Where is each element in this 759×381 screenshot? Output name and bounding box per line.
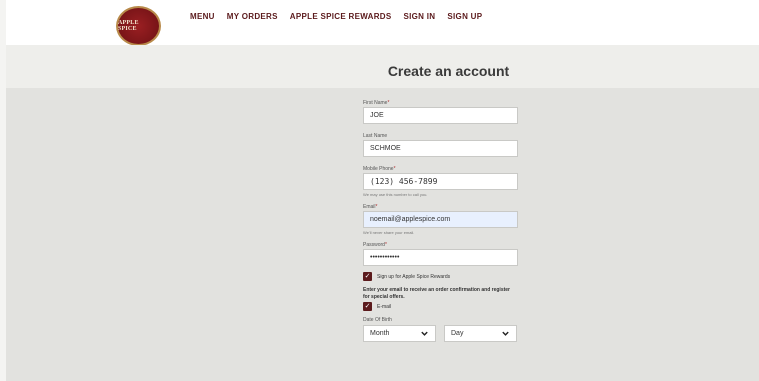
dob-select-row: Month Day bbox=[363, 325, 523, 342]
password-field[interactable]: •••••••••••• bbox=[363, 249, 518, 266]
signup-form: First Name* JOE Last Name SCHMOE Mobile … bbox=[363, 100, 523, 342]
mobile-phone-label: Mobile Phone* bbox=[363, 166, 396, 172]
chevron-down-icon bbox=[502, 331, 509, 336]
nav-link-rewards[interactable]: APPLE SPICE REWARDS bbox=[290, 12, 392, 21]
email-checkbox-label: E-mail bbox=[377, 303, 392, 310]
offer-text: Enter your email to receive an order con… bbox=[363, 287, 510, 300]
rewards-checkbox[interactable]: ✓ bbox=[363, 272, 372, 281]
nav-link-menu[interactable]: MENU bbox=[190, 12, 215, 21]
day-select-value: Day bbox=[451, 330, 464, 337]
top-navbar: APPLE SPICE MENU MY ORDERS APPLE SPICE R… bbox=[6, 0, 759, 46]
email-label: Email* bbox=[363, 204, 378, 210]
first-name-field[interactable]: JOE bbox=[363, 107, 518, 124]
first-name-label: First Name* bbox=[363, 100, 390, 106]
email-field[interactable]: noemail@applespice.com bbox=[363, 211, 518, 228]
mobile-phone-hint: We may use this number to call you. bbox=[363, 192, 428, 197]
email-checkbox-row: ✓ E-mail bbox=[363, 302, 523, 311]
logo-text: APPLE SPICE bbox=[118, 20, 139, 32]
nav-links: MENU MY ORDERS APPLE SPICE REWARDS SIGN … bbox=[190, 12, 482, 21]
day-select[interactable]: Day bbox=[444, 325, 517, 342]
last-name-field[interactable]: SCHMOE bbox=[363, 140, 518, 157]
month-select-value: Month bbox=[370, 330, 390, 337]
rewards-checkbox-label: Sign up for Apple Spice Rewards bbox=[377, 273, 451, 280]
email-hint: We'll never share your email. bbox=[363, 230, 415, 235]
nav-link-sign-in[interactable]: SIGN IN bbox=[404, 12, 436, 21]
nav-link-sign-up[interactable]: SIGN UP bbox=[447, 12, 482, 21]
last-name-label: Last Name bbox=[363, 133, 388, 139]
title-banner: Create an account bbox=[6, 45, 759, 88]
month-select[interactable]: Month bbox=[363, 325, 436, 342]
rewards-checkbox-row: ✓ Sign up for Apple Spice Rewards bbox=[363, 272, 523, 281]
mobile-phone-field[interactable]: (123) 456-7899 bbox=[363, 173, 518, 190]
email-checkbox[interactable]: ✓ bbox=[363, 302, 372, 311]
chevron-down-icon bbox=[421, 331, 428, 336]
nav-link-my-orders[interactable]: MY ORDERS bbox=[227, 12, 278, 21]
dob-label: Date Of Birth bbox=[363, 317, 392, 323]
password-label: Password* bbox=[363, 242, 387, 248]
apple-spice-logo[interactable]: APPLE SPICE bbox=[116, 6, 161, 46]
page-title: Create an account bbox=[387, 63, 510, 79]
